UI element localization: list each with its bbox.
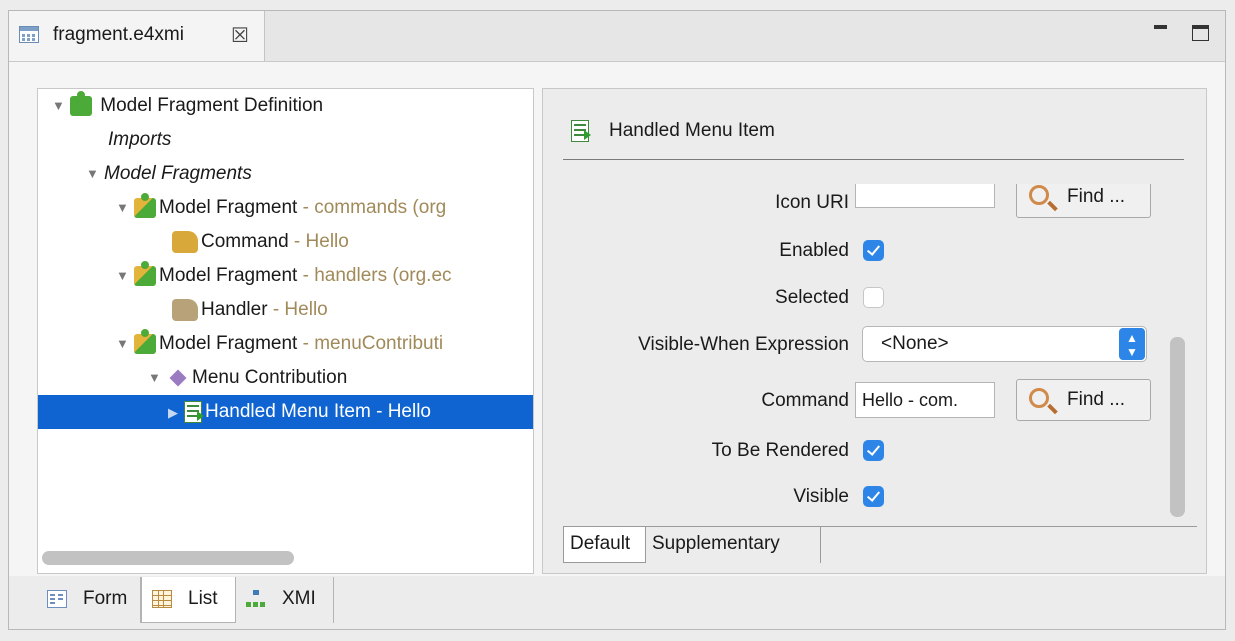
visible-label: Visible xyxy=(793,486,849,507)
tree-item-suffix: - commands (org xyxy=(297,197,447,219)
tree-item-suffix: - menuContributi xyxy=(297,333,444,355)
tree-item-suffix: - handlers (org.ec xyxy=(297,265,452,287)
visible-when-label: Visible-When Expression xyxy=(638,334,849,355)
puzzle-icon xyxy=(70,91,92,116)
tree-item-label: Imports xyxy=(108,129,172,150)
tree-item-command[interactable]: Command - Hello xyxy=(172,225,349,259)
tree-item-label: Menu Contribution xyxy=(192,367,348,389)
editor-content: ▼ Model Fragment Definition Imports ▼ Mod… xyxy=(9,62,1225,576)
tab-supplementary[interactable]: Supplementary xyxy=(646,527,821,563)
editor-tab[interactable]: fragment.e4xmi ☒ xyxy=(9,11,265,61)
editor-tab-label: fragment.e4xmi xyxy=(53,24,184,45)
menu-item-icon xyxy=(571,119,591,142)
tree-item-label: Model Fragment Definition xyxy=(100,95,324,117)
tree-item-suffix: - Hello xyxy=(288,231,349,252)
editor-tabbar: fragment.e4xmi ☒ xyxy=(9,11,1225,62)
puzzle-icon xyxy=(134,261,156,286)
chevron-updown-icon: ▲ ▼ xyxy=(1119,328,1145,360)
command-row: Command Find ... xyxy=(563,379,1175,422)
visible-when-select[interactable]: <None> ▲ ▼ xyxy=(862,326,1147,362)
collapse-icon[interactable]: ▶ xyxy=(38,396,184,430)
expand-icon[interactable]: ▼ xyxy=(116,259,134,293)
details-header: Handled Menu Item xyxy=(571,115,775,147)
tab-list[interactable]: List xyxy=(141,577,236,623)
tree-item-handler[interactable]: Handler - Hello xyxy=(172,293,328,327)
puzzle-icon xyxy=(134,193,156,218)
gear-icon xyxy=(172,298,198,321)
magnifier-icon xyxy=(1029,388,1049,408)
visible-checkbox[interactable] xyxy=(863,486,884,507)
selected-row: Selected xyxy=(563,279,1175,319)
tab-xmi-label: XMI xyxy=(282,588,316,609)
diamond-icon xyxy=(169,369,187,387)
list-icon xyxy=(152,590,172,608)
find-button-label: Find ... xyxy=(1067,186,1126,207)
to-be-rendered-label: To Be Rendered xyxy=(711,440,849,461)
icon-uri-label: Icon URI xyxy=(775,192,849,213)
visible-row: Visible xyxy=(563,478,1175,518)
editor-window: fragment.e4xmi ☒ ▼ Model Fragment Defini… xyxy=(8,10,1226,630)
gear-icon xyxy=(172,230,198,253)
tree-item-label: Model Fragment xyxy=(159,197,298,219)
enabled-row: Enabled xyxy=(563,232,1175,272)
icon-uri-row: Icon URI Find ... xyxy=(563,184,1175,224)
expand-icon[interactable]: ▼ xyxy=(116,327,134,361)
tree-item-handled-menu-item[interactable]: ▶ Handled Menu Item - Hello xyxy=(38,395,533,429)
puzzle-icon xyxy=(134,329,156,354)
enabled-label: Enabled xyxy=(779,240,849,261)
expand-icon[interactable]: ▼ xyxy=(52,89,70,123)
details-form: Icon URI Find ... Enabled Selected Visib… xyxy=(563,184,1175,522)
tree-item-menu-contribution[interactable]: ▼ Menu Contribution xyxy=(148,361,347,395)
find-button-label: Find ... xyxy=(1067,389,1126,410)
icon-uri-find-button[interactable]: Find ... xyxy=(1016,184,1151,218)
tab-list-label: List xyxy=(188,588,218,609)
tree-item-model-fragments[interactable]: ▼ Model Fragments xyxy=(86,157,252,191)
tab-form-label: Form xyxy=(83,588,128,609)
expand-icon[interactable]: ▼ xyxy=(148,361,166,395)
close-icon[interactable]: ☒ xyxy=(231,23,249,48)
table-icon xyxy=(19,26,39,43)
model-tree: ▼ Model Fragment Definition Imports ▼ Mod… xyxy=(37,88,534,574)
tab-form[interactable]: Form xyxy=(37,577,141,623)
magnifier-icon xyxy=(1029,185,1049,205)
menu-item-icon xyxy=(184,400,204,423)
minimize-icon[interactable] xyxy=(1154,25,1167,29)
form-icon xyxy=(47,590,67,608)
selected-label: Selected xyxy=(775,287,849,308)
tab-default[interactable]: Default xyxy=(563,527,646,563)
tree-item-label: Model Fragments xyxy=(104,163,252,185)
command-find-button[interactable]: Find ... xyxy=(1016,379,1151,421)
tree-item-fragment-menu[interactable]: ▼ Model Fragment - menuContributi xyxy=(116,327,443,361)
selected-checkbox[interactable] xyxy=(863,287,884,308)
tree-item-label: Command xyxy=(201,231,289,252)
to-be-rendered-row: To Be Rendered xyxy=(563,432,1175,472)
to-be-rendered-checkbox[interactable] xyxy=(863,440,884,461)
enabled-checkbox[interactable] xyxy=(863,240,884,261)
visible-when-row: Visible-When Expression <None> ▲ ▼ xyxy=(563,326,1175,366)
hierarchy-icon xyxy=(246,590,266,608)
tree-item-fragment-commands[interactable]: ▼ Model Fragment - commands (org xyxy=(116,191,446,225)
details-tabs: Default Supplementary xyxy=(563,526,1197,565)
visible-when-value: <None> xyxy=(881,333,949,354)
horizontal-scrollbar[interactable] xyxy=(42,551,294,565)
tab-xmi[interactable]: XMI xyxy=(236,577,334,623)
expand-icon[interactable]: ▼ xyxy=(86,157,104,191)
vertical-scrollbar[interactable] xyxy=(1170,337,1185,517)
command-input[interactable] xyxy=(855,382,995,418)
tree-item-fragment-definition[interactable]: ▼ Model Fragment Definition xyxy=(52,89,323,123)
expand-icon[interactable]: ▼ xyxy=(116,191,134,225)
icon-uri-input[interactable] xyxy=(855,184,995,208)
tree-item-suffix: - Hello xyxy=(267,299,328,320)
tree-item-imports[interactable]: Imports xyxy=(108,123,171,157)
tree-item-label: Handler xyxy=(201,299,268,320)
details-title: Handled Menu Item xyxy=(609,120,775,141)
details-pane: Handled Menu Item Icon URI Find ... Enab… xyxy=(542,88,1207,574)
tree-item-fragment-handlers[interactable]: ▼ Model Fragment - handlers (org.ec xyxy=(116,259,452,293)
tree-item-label: Model Fragment xyxy=(159,265,298,287)
maximize-icon[interactable] xyxy=(1192,25,1209,41)
tree-item-label: Model Fragment xyxy=(159,333,298,355)
tree-item-label: Handled Menu Item - Hello xyxy=(205,401,431,422)
command-label: Command xyxy=(761,390,849,411)
header-divider xyxy=(563,159,1184,160)
